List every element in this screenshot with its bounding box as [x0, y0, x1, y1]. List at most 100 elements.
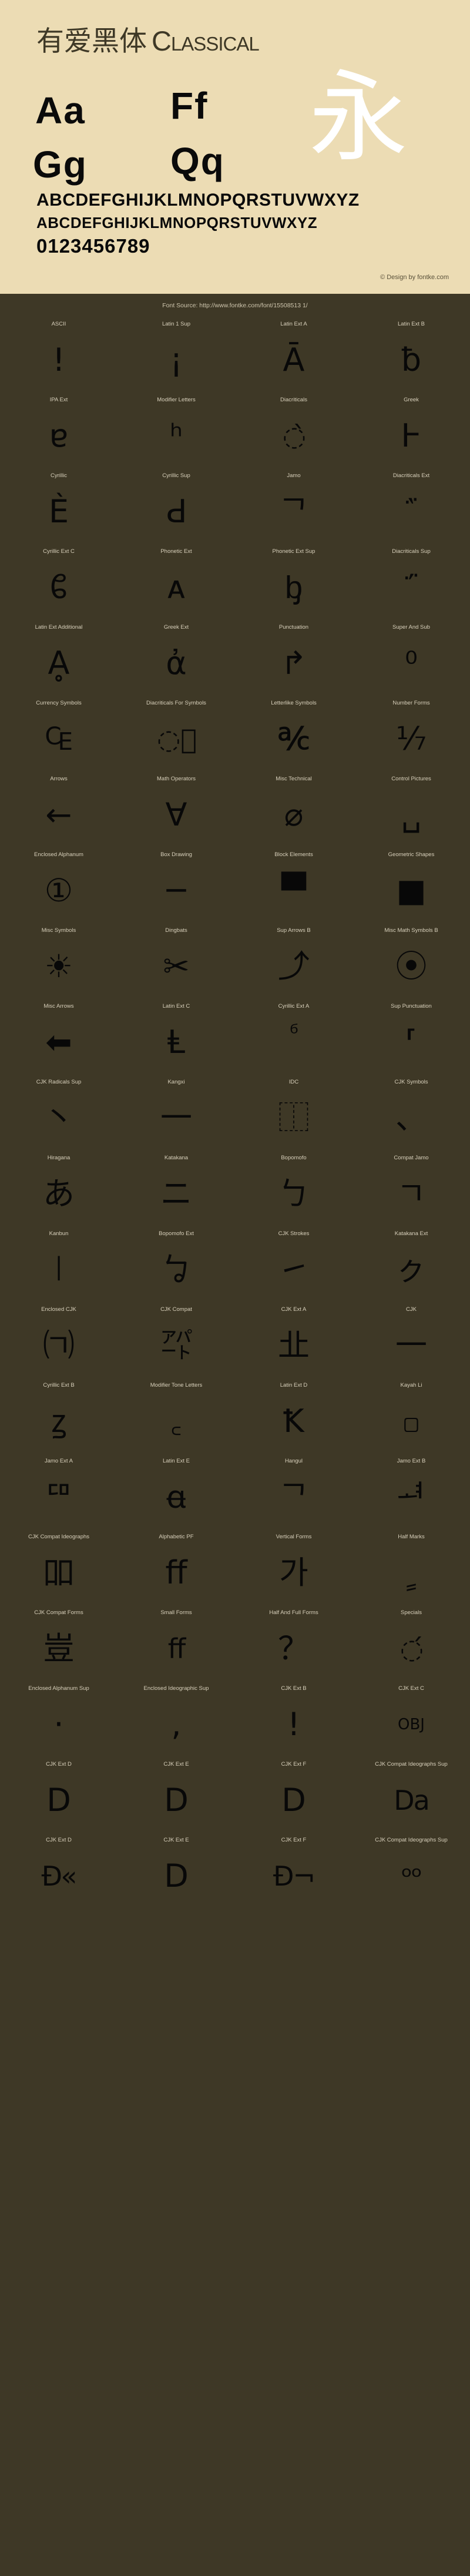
unicode-block-cell[interactable]: Phonetic Ext ᴀ [118, 545, 235, 620]
unicode-block-cell[interactable]: Hiragana あ [0, 1151, 118, 1227]
unicode-block-cell[interactable]: Kayah Li ꤀ [352, 1378, 470, 1454]
unicode-block-cell[interactable]: CJK Ext D D [0, 1757, 118, 1833]
unicode-block-cell[interactable]: CJK Ext F Ð¬ [235, 1833, 352, 1909]
unicode-block-cell[interactable]: Misc Symbols ☀ [0, 924, 118, 999]
unicode-block-cell[interactable]: CJK Compat Forms 豈 [0, 1606, 118, 1682]
unicode-block-cell[interactable]: Cyrillic Ext Aⷠ [235, 999, 352, 1075]
unicode-block-cell[interactable]: Letterlike Symbols ℀ [235, 696, 352, 772]
unicode-block-cell[interactable]: CJK Ext E D [118, 1757, 235, 1833]
unicode-block-cell[interactable]: Arrows ← [0, 772, 118, 848]
unicode-block-cell[interactable]: Diacriticals Ext᷀ [352, 469, 470, 545]
unicode-block-label: Katakana [164, 1155, 189, 1161]
unicode-block-label: Enclosed Ideographic Sup [143, 1685, 209, 1692]
unicode-block-label: Jamo [287, 472, 301, 479]
unicode-block-cell[interactable]: Specials ◌́ [352, 1606, 470, 1682]
unicode-block-cell[interactable]: Diacriticals Sup᷁ [352, 545, 470, 620]
unicode-block-cell[interactable]: Latin Ext Additional Ḁ [0, 620, 118, 696]
unicode-block-cell[interactable]: Geometric Shapes ■ [352, 848, 470, 924]
unicode-block-cell[interactable]: Alphabetic PF ﬀ [118, 1530, 235, 1606]
unicode-block-cell[interactable]: Bopomofo Ext ㆠ [118, 1227, 235, 1303]
unicode-block-cell[interactable]: CJK 一 [352, 1303, 470, 1378]
unicode-block-cell[interactable]: Control Pictures ␣ [352, 772, 470, 848]
unicode-block-cell[interactable]: Latin Ext E ꬰ [118, 1454, 235, 1530]
unicode-block-cell[interactable]: Enclosed Alphanum Sup · [0, 1682, 118, 1757]
unicode-block-cell[interactable]: Latin Ext A Ā [235, 317, 352, 393]
unicode-block-cell[interactable]: Misc Math Symbols B ⦿ [352, 924, 470, 999]
unicode-block-cell[interactable]: CJK Compat Ideographs 吅 [0, 1530, 118, 1606]
unicode-block-cell[interactable]: Greek Ͱ [352, 393, 470, 469]
unicode-block-cell[interactable]: CJK Compat Ideographs Sup Da [352, 1757, 470, 1833]
font-title: 有爱黑体 Classical [36, 25, 260, 56]
unicode-block-cell[interactable]: Half Marks ﹴ [352, 1530, 470, 1606]
unicode-block-sample-glyph: ᷁ [352, 555, 470, 620]
unicode-block-cell[interactable]: Cyrillic Ext B ꙁ [0, 1378, 118, 1454]
unicode-block-cell[interactable]: Block Elements ▀ [235, 848, 352, 924]
unicode-block-cell[interactable]: Diacriticals For Symbols ◌⃝ [118, 696, 235, 772]
unicode-block-cell[interactable]: Half And Full Forms ？ [235, 1606, 352, 1682]
unicode-block-cell[interactable]: CJK Symbols 、 [352, 1075, 470, 1151]
unicode-block-cell[interactable]: Cyrillic Ext C ᲀ [0, 545, 118, 620]
unicode-block-cell[interactable]: CJK Compat Ideographs Sup ᵒᵒ [352, 1833, 470, 1909]
unicode-block-cell[interactable]: CJK Ext E D [118, 1833, 235, 1909]
unicode-block-cell[interactable]: CJK Radicals Sup ⼂ [0, 1075, 118, 1151]
unicode-block-label: CJK Compat Ideographs [28, 1534, 90, 1540]
unicode-block-cell[interactable]: Bopomofo ㄅ [235, 1151, 352, 1227]
unicode-block-cell[interactable]: Modifier Letters ʰ [118, 393, 235, 469]
unicode-block-cell[interactable]: Modifier Tone Letters ꜀ [118, 1378, 235, 1454]
block-row: Latin Ext Additional Ḁ Greek Ext ἀ Punctuati… [0, 620, 470, 696]
unicode-block-cell[interactable]: CJK Compat ㌀ [118, 1303, 235, 1378]
unicode-block-cell[interactable]: Phonetic Ext Sup ᶀ [235, 545, 352, 620]
showcase-character: 永 [309, 68, 408, 173]
unicode-block-cell[interactable]: Hangul ᄀ [235, 1454, 352, 1530]
unicode-block-cell[interactable]: Super And Sub ⁰ [352, 620, 470, 696]
unicode-block-cell[interactable]: Misc Arrows ⬅ [0, 999, 118, 1075]
unicode-block-cell[interactable]: Jamo Ext A ꥠ [0, 1454, 118, 1530]
unicode-block-sample-glyph: ꜀ [170, 1403, 182, 1440]
unicode-block-label: Hiragana [47, 1155, 70, 1161]
unicode-block-cell[interactable]: Cyrillic Sup Ԁ [118, 469, 235, 545]
unicode-block-cell[interactable]: Katakana Ext ㇰ [352, 1227, 470, 1303]
unicode-block-cell[interactable]: Number Forms ⅐ [352, 696, 470, 772]
unicode-block-cell[interactable]: ASCII! [0, 317, 118, 393]
unicode-block-cell[interactable]: Box Drawing ─ [118, 848, 235, 924]
unicode-block-cell[interactable]: Latin 1 Sup ¡ [118, 317, 235, 393]
unicode-block-cell[interactable]: Cyrillic Ѐ [0, 469, 118, 545]
unicode-block-cell[interactable]: Jamo Ext B ힰ [352, 1454, 470, 1530]
unicode-block-cell[interactable]: Currency Symbols ₠ [0, 696, 118, 772]
unicode-block-cell[interactable]: CJK Ext D Ð« [0, 1833, 118, 1909]
unicode-block-label: Half Marks [398, 1534, 425, 1540]
font-title-cjk: 有爱黑体 [36, 25, 147, 56]
unicode-block-cell[interactable]: CJK Ext B! [235, 1682, 352, 1757]
unicode-block-cell[interactable]: CJK Ext A 㐀 [235, 1303, 352, 1378]
unicode-block-cell[interactable]: IDC ⿰ [235, 1075, 352, 1151]
unicode-block-cell[interactable]: CJK Strokes ㇀ [235, 1227, 352, 1303]
unicode-block-cell[interactable]: Misc Technical ⌀ [235, 772, 352, 848]
unicode-block-label: CJK Ext A [281, 1306, 307, 1313]
unicode-block-sample-glyph: Ꝁ [283, 1403, 304, 1440]
unicode-block-cell[interactable]: Sup Arrows B ⤴ [235, 924, 352, 999]
unicode-block-cell[interactable]: Kangxi ⼀ [118, 1075, 235, 1151]
unicode-block-cell[interactable]: Math Operators ∀ [118, 772, 235, 848]
unicode-block-cell[interactable]: Enclosed CJK ㈀ [0, 1303, 118, 1378]
unicode-block-cell[interactable]: Greek Ext ἀ [118, 620, 235, 696]
unicode-block-cell[interactable]: Enclosed Ideographic Sup, [118, 1682, 235, 1757]
unicode-block-cell[interactable]: CJK Ext F D [235, 1757, 352, 1833]
unicode-block-cell[interactable]: Compat Jamo ㄱ [352, 1151, 470, 1227]
unicode-block-cell[interactable]: IPA Ext ɐ [0, 393, 118, 469]
unicode-block-cell[interactable]: Sup Punctuation ⸢ [352, 999, 470, 1075]
unicode-block-cell[interactable]: Dingbats ✂ [118, 924, 235, 999]
unicode-block-cell[interactable]: Katakana ニ [118, 1151, 235, 1227]
unicode-block-cell[interactable]: Enclosed Alphanum ① [0, 848, 118, 924]
unicode-block-label: Alphabetic PF [159, 1534, 194, 1540]
unicode-block-cell[interactable]: Vertical Forms 가 [235, 1530, 352, 1606]
unicode-block-cell[interactable]: Latin Ext B ƀ [352, 317, 470, 393]
unicode-block-cell[interactable]: Kanbun ㆐ [0, 1227, 118, 1303]
unicode-block-label: CJK [406, 1306, 417, 1313]
unicode-block-cell[interactable]: Diacriticals ◌̀ [235, 393, 352, 469]
unicode-block-cell[interactable]: Latin Ext C Ⱡ [118, 999, 235, 1075]
unicode-block-cell[interactable]: Small Forms ff [118, 1606, 235, 1682]
unicode-block-cell[interactable]: Jamo ᄀ [235, 469, 352, 545]
unicode-block-cell[interactable]: Latin Ext D Ꝁ [235, 1378, 352, 1454]
unicode-block-cell[interactable]: Punctuation ↱ [235, 620, 352, 696]
unicode-block-cell[interactable]: CJK Ext C OBJ [352, 1682, 470, 1757]
